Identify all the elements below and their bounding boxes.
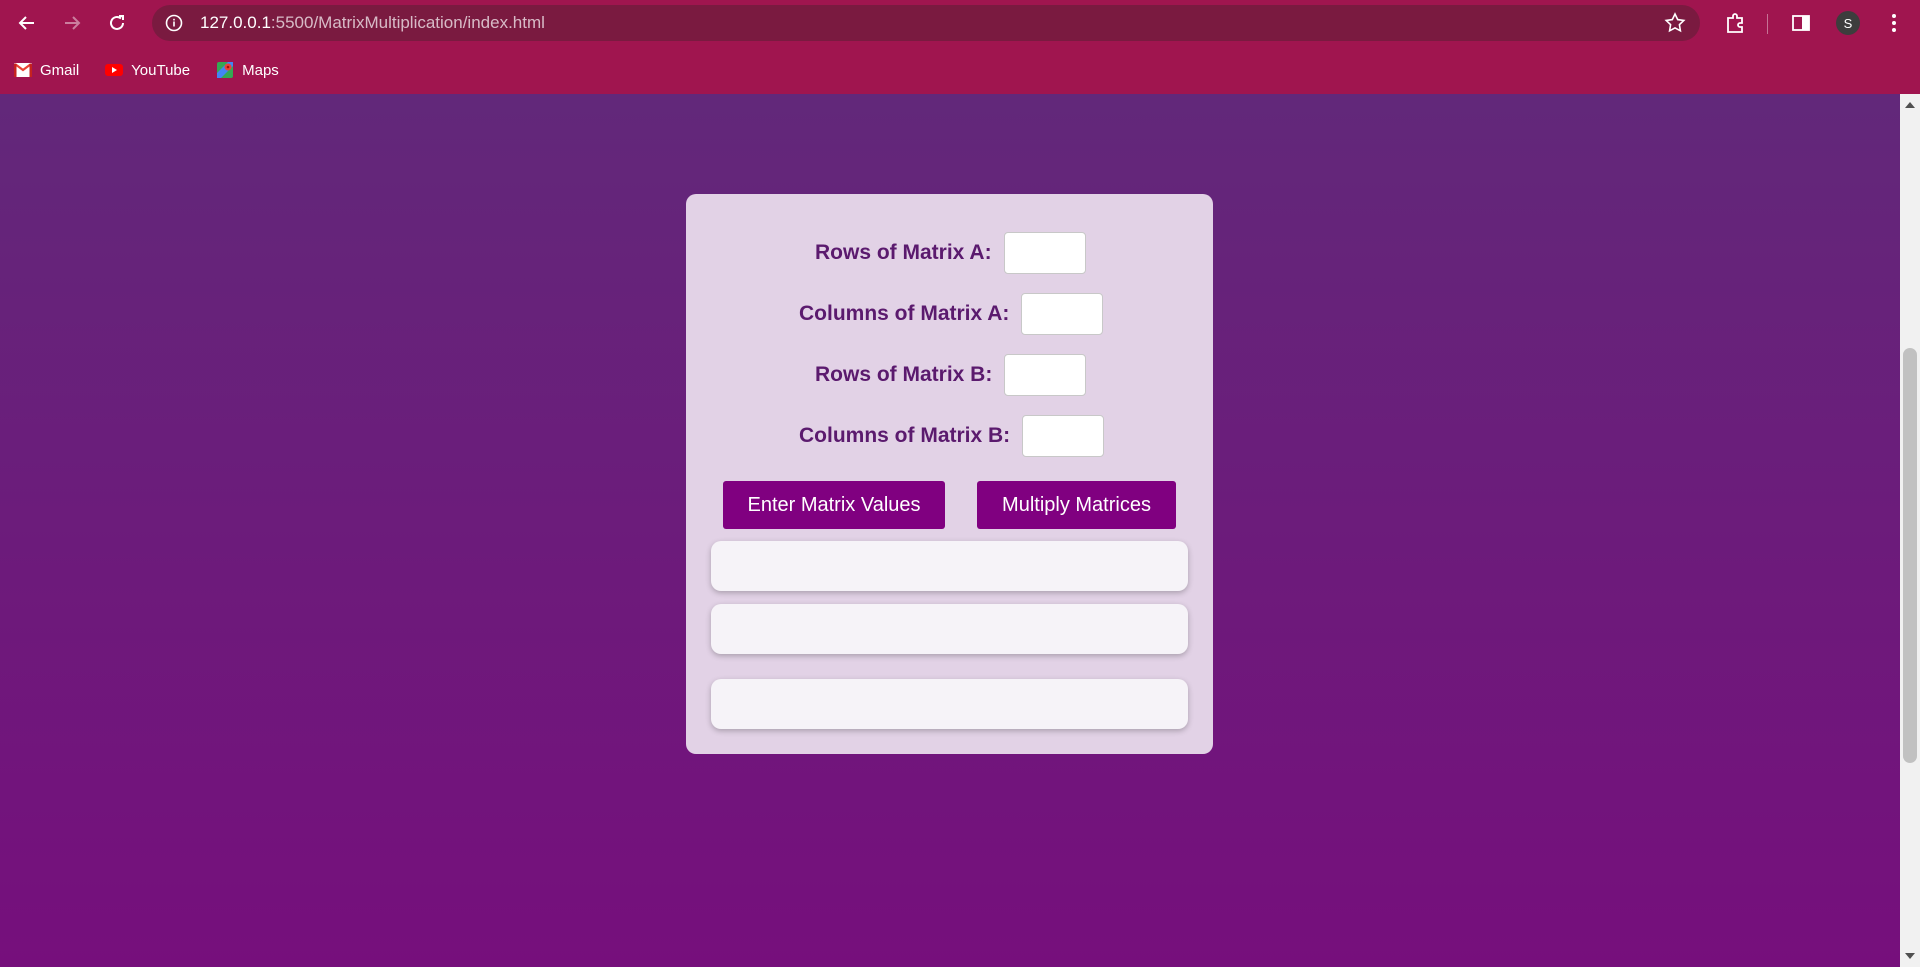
bookmark-label: Maps bbox=[242, 61, 279, 79]
bookmark-maps[interactable]: Maps bbox=[216, 61, 279, 79]
side-panel-button[interactable] bbox=[1783, 5, 1819, 41]
vertical-scrollbar[interactable] bbox=[1900, 94, 1920, 967]
profile-avatar[interactable]: S bbox=[1836, 11, 1860, 35]
back-button[interactable] bbox=[9, 5, 45, 41]
cols-a-label: Columns of Matrix A: bbox=[799, 302, 1010, 325]
back-arrow-icon bbox=[18, 16, 34, 30]
bookmark-label: Gmail bbox=[40, 61, 80, 79]
forward-arrow-icon bbox=[65, 16, 81, 30]
gmail-icon bbox=[14, 63, 32, 77]
enter-matrix-values-button[interactable]: Enter Matrix Values bbox=[723, 481, 945, 529]
url-host: 127.0.0.1 bbox=[200, 13, 271, 32]
bookmark-gmail[interactable]: Gmail bbox=[14, 62, 79, 79]
kebab-menu-icon bbox=[1892, 14, 1896, 32]
reload-button[interactable] bbox=[99, 5, 135, 41]
browser-toolbar: 127.0.0.1:5500/MatrixMultiplication/inde… bbox=[0, 0, 1920, 46]
scroll-down-arrow-icon[interactable] bbox=[1905, 953, 1915, 959]
rows-b-label: Rows of Matrix B: bbox=[815, 363, 993, 386]
matrix-a-container bbox=[711, 541, 1188, 591]
rows-a-label: Rows of Matrix A: bbox=[815, 241, 992, 264]
maps-icon bbox=[217, 62, 234, 78]
bookmarks-bar: Gmail YouTube Maps bbox=[0, 46, 1920, 94]
cols-b-row: Columns of Matrix B: bbox=[799, 415, 1105, 457]
bookmark-star-icon[interactable] bbox=[1664, 12, 1686, 39]
url-text[interactable]: 127.0.0.1:5500/MatrixMultiplication/inde… bbox=[200, 13, 545, 33]
multiply-matrices-button[interactable]: Multiply Matrices bbox=[977, 481, 1176, 529]
scroll-up-arrow-icon[interactable] bbox=[1905, 102, 1915, 108]
cols-a-input[interactable] bbox=[1021, 293, 1104, 335]
puzzle-icon bbox=[1727, 13, 1743, 33]
rows-a-row: Rows of Matrix A: bbox=[815, 232, 1086, 274]
matrix-form-card: Rows of Matrix A: Columns of Matrix A: R… bbox=[686, 194, 1213, 754]
cols-a-row: Columns of Matrix A: bbox=[799, 293, 1104, 335]
bookmark-youtube[interactable]: YouTube bbox=[105, 62, 190, 79]
site-info-icon[interactable] bbox=[164, 13, 184, 33]
rows-a-input[interactable] bbox=[1003, 232, 1086, 274]
toolbar-divider bbox=[1767, 14, 1768, 34]
extensions-button[interactable] bbox=[1717, 5, 1753, 41]
scrollbar-thumb[interactable] bbox=[1903, 348, 1917, 763]
youtube-icon bbox=[105, 64, 124, 76]
reload-icon bbox=[110, 15, 124, 30]
bookmark-label: YouTube bbox=[131, 61, 191, 79]
rows-b-row: Rows of Matrix B: bbox=[815, 354, 1087, 396]
forward-button[interactable] bbox=[54, 5, 90, 41]
cols-b-input[interactable] bbox=[1022, 415, 1105, 457]
side-panel-icon bbox=[1792, 15, 1810, 31]
rows-b-input[interactable] bbox=[1004, 354, 1087, 396]
address-bar[interactable]: 127.0.0.1:5500/MatrixMultiplication/inde… bbox=[152, 5, 1700, 41]
browser-menu-button[interactable] bbox=[1876, 5, 1912, 41]
cols-b-label: Columns of Matrix B: bbox=[799, 424, 1011, 447]
url-path: :5500/MatrixMultiplication/index.html bbox=[270, 13, 545, 32]
result-container bbox=[711, 679, 1188, 729]
matrix-b-container bbox=[711, 604, 1188, 654]
